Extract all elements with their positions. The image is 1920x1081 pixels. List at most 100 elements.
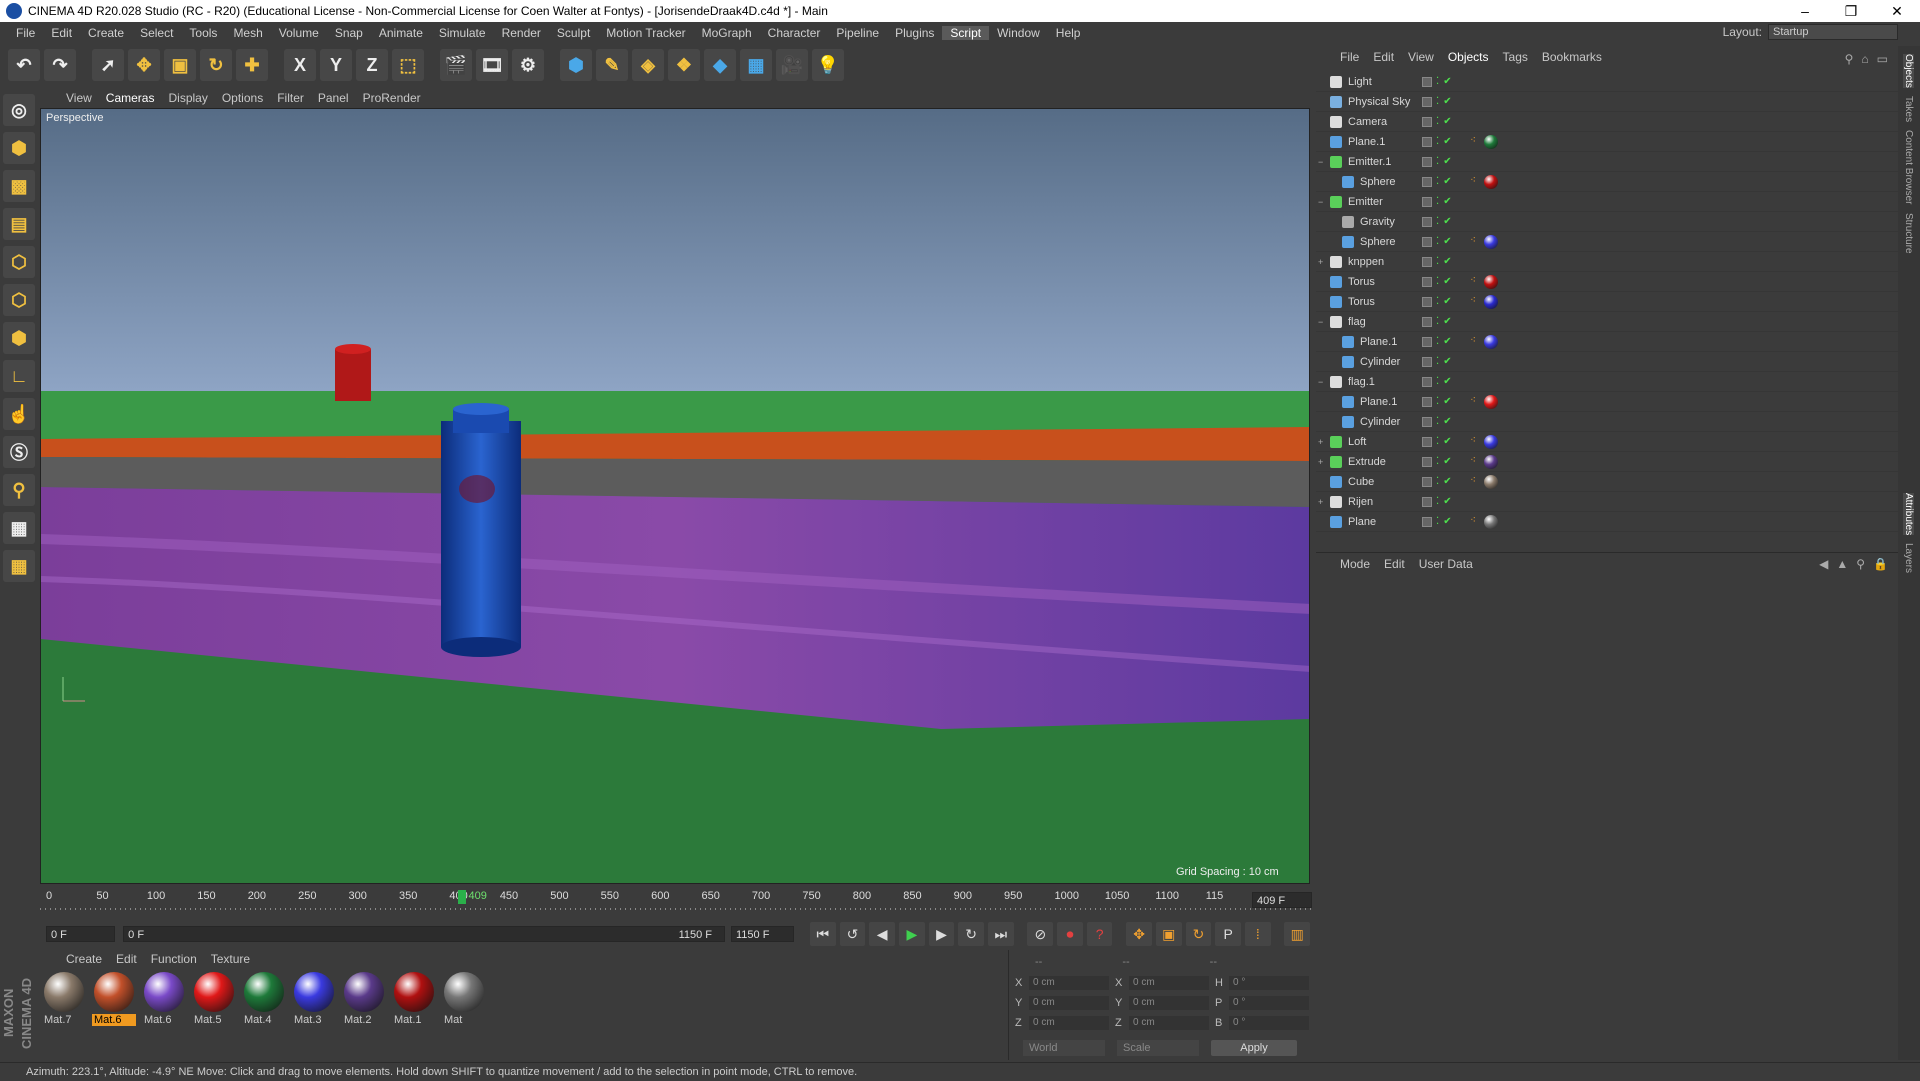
object-row[interactable]: − Emitter ⁚ ✔ bbox=[1316, 192, 1898, 212]
object-row[interactable]: + knppen ⁚ ✔ bbox=[1316, 252, 1898, 272]
material-menu-function[interactable]: Function bbox=[151, 952, 197, 966]
visibility-dots-icon[interactable]: ⁚ bbox=[1436, 176, 1439, 187]
layer-checkbox[interactable] bbox=[1422, 96, 1432, 107]
cloner-icon[interactable]: ❖ bbox=[668, 49, 700, 81]
live-selection-icon[interactable]: ➚ bbox=[92, 49, 124, 81]
object-row[interactable]: Sphere ⁚ ✔ ⁖ bbox=[1316, 172, 1898, 192]
enabled-check-icon[interactable]: ✔ bbox=[1443, 256, 1451, 267]
layer-checkbox[interactable] bbox=[1422, 236, 1432, 247]
menu-plugins[interactable]: Plugins bbox=[887, 26, 942, 40]
viewport-menu-prorender[interactable]: ProRender bbox=[363, 91, 421, 105]
maximize-button[interactable]: ❐ bbox=[1828, 0, 1874, 22]
play-forward-icon[interactable]: ▶ bbox=[899, 922, 925, 946]
object-row[interactable]: − flag ⁚ ✔ bbox=[1316, 312, 1898, 332]
enabled-check-icon[interactable]: ✔ bbox=[1443, 496, 1451, 507]
search-icon[interactable]: ⚲ bbox=[1856, 557, 1865, 571]
menu-render[interactable]: Render bbox=[494, 26, 549, 40]
light-icon[interactable]: 💡 bbox=[812, 49, 844, 81]
workplane-lock-icon[interactable]: ▦ bbox=[3, 512, 35, 544]
texture-tag-icon[interactable]: ⁖ bbox=[1466, 335, 1480, 349]
enabled-check-icon[interactable]: ✔ bbox=[1443, 316, 1451, 327]
pen-spline-icon[interactable]: ✎ bbox=[596, 49, 628, 81]
material-swatch[interactable]: Mat.7 bbox=[42, 972, 86, 1028]
layer-checkbox[interactable] bbox=[1422, 376, 1432, 387]
layer-checkbox[interactable] bbox=[1422, 456, 1432, 467]
material-swatch[interactable]: Mat.3 bbox=[292, 972, 336, 1028]
visibility-dots-icon[interactable]: ⁚ bbox=[1436, 276, 1439, 287]
render-picture-viewer-icon[interactable]: 🎞 bbox=[476, 49, 508, 81]
viewport-menu-view[interactable]: View bbox=[66, 91, 92, 105]
deformer-icon[interactable]: ◆ bbox=[704, 49, 736, 81]
object-row[interactable]: Gravity ⁚ ✔ bbox=[1316, 212, 1898, 232]
object-name[interactable]: Cylinder bbox=[1360, 416, 1480, 428]
object-row[interactable]: + Rijen ⁚ ✔ bbox=[1316, 492, 1898, 512]
previous-key-icon[interactable]: ↺ bbox=[839, 922, 866, 946]
record-scale-icon[interactable]: ▣ bbox=[1155, 922, 1182, 946]
menu-mesh[interactable]: Mesh bbox=[225, 26, 270, 40]
search-icon[interactable]: ⚲ bbox=[1845, 52, 1854, 66]
menu-file[interactable]: File bbox=[8, 26, 43, 40]
menu-character[interactable]: Character bbox=[760, 26, 829, 40]
visibility-dots-icon[interactable]: ⁚ bbox=[1436, 116, 1439, 127]
enabled-check-icon[interactable]: ✔ bbox=[1443, 176, 1451, 187]
attribute-menu-user-data[interactable]: User Data bbox=[1419, 557, 1473, 571]
record-position-icon[interactable]: ✥ bbox=[1126, 922, 1152, 946]
cube-object-icon[interactable]: ⬢ bbox=[560, 49, 592, 81]
right-tab-layers[interactable]: Layers bbox=[1903, 543, 1914, 573]
expand-icon[interactable]: + bbox=[1318, 457, 1328, 467]
layer-checkbox[interactable] bbox=[1422, 436, 1432, 447]
visibility-dots-icon[interactable]: ⁚ bbox=[1436, 516, 1439, 527]
viewport-menu-cameras[interactable]: Cameras bbox=[106, 91, 155, 105]
menu-edit[interactable]: Edit bbox=[43, 26, 80, 40]
layer-checkbox[interactable] bbox=[1422, 176, 1432, 187]
collapse-icon[interactable]: − bbox=[1318, 157, 1328, 167]
object-row[interactable]: Plane.1 ⁚ ✔ ⁖ bbox=[1316, 132, 1898, 152]
floor-icon[interactable]: ▦ bbox=[740, 49, 772, 81]
render-settings-icon[interactable]: ⚙ bbox=[512, 49, 544, 81]
coord-value-field[interactable]: 0 ° bbox=[1229, 976, 1309, 990]
menu-window[interactable]: Window bbox=[989, 26, 1048, 40]
visibility-dots-icon[interactable]: ⁚ bbox=[1436, 396, 1439, 407]
enabled-check-icon[interactable]: ✔ bbox=[1443, 96, 1451, 107]
up-arrow-icon[interactable]: ▲ bbox=[1836, 557, 1848, 571]
enabled-check-icon[interactable]: ✔ bbox=[1443, 356, 1451, 367]
coordinate-system-icon[interactable]: ⬚ bbox=[392, 49, 424, 81]
material-swatch[interactable]: Mat.6 bbox=[142, 972, 186, 1028]
menu-simulate[interactable]: Simulate bbox=[431, 26, 494, 40]
material-tag-icon[interactable] bbox=[1484, 474, 1498, 489]
texture-tag-icon[interactable]: ⁖ bbox=[1466, 455, 1480, 469]
right-tab-content-browser[interactable]: Content Browser bbox=[1903, 130, 1914, 204]
object-row[interactable]: Cylinder ⁚ ✔ bbox=[1316, 412, 1898, 432]
layer-checkbox[interactable] bbox=[1422, 136, 1432, 147]
layout-dropdown[interactable]: Startup bbox=[1768, 24, 1898, 40]
material-swatch[interactable]: Mat.1 bbox=[392, 972, 436, 1028]
object-name[interactable]: Sphere bbox=[1360, 176, 1480, 188]
layer-checkbox[interactable] bbox=[1422, 296, 1432, 307]
object-menu-file[interactable]: File bbox=[1340, 50, 1359, 64]
enabled-check-icon[interactable]: ✔ bbox=[1443, 456, 1451, 467]
end-frame-field[interactable]: 1150 F bbox=[731, 926, 795, 942]
menu-pipeline[interactable]: Pipeline bbox=[828, 26, 887, 40]
material-tag-icon[interactable] bbox=[1484, 134, 1498, 149]
enabled-check-icon[interactable]: ✔ bbox=[1443, 476, 1451, 487]
scale-tool-icon[interactable]: ▣ bbox=[164, 49, 196, 81]
redo-button[interactable]: ↷ bbox=[44, 49, 76, 81]
enabled-check-icon[interactable]: ✔ bbox=[1443, 76, 1451, 87]
close-button[interactable]: ✕ bbox=[1874, 0, 1920, 22]
next-frame-icon[interactable]: ▶ bbox=[928, 922, 955, 946]
visibility-dots-icon[interactable]: ⁚ bbox=[1436, 416, 1439, 427]
viewport-menu-filter[interactable]: Filter bbox=[277, 91, 304, 105]
enabled-check-icon[interactable]: ✔ bbox=[1443, 236, 1451, 247]
material-tag-icon[interactable] bbox=[1484, 274, 1498, 289]
new-window-icon[interactable]: ▭ bbox=[1877, 52, 1888, 66]
visibility-dots-icon[interactable]: ⁚ bbox=[1436, 456, 1439, 467]
object-name[interactable]: Plane.1 bbox=[1360, 396, 1480, 408]
workplane-icon[interactable]: ▤ bbox=[3, 208, 35, 240]
menu-create[interactable]: Create bbox=[80, 26, 132, 40]
layer-checkbox[interactable] bbox=[1422, 156, 1432, 167]
collapse-icon[interactable]: − bbox=[1318, 317, 1328, 327]
texture-tag-icon[interactable]: ⁖ bbox=[1466, 435, 1480, 449]
coord-value-field[interactable]: 0 ° bbox=[1229, 1016, 1309, 1030]
visibility-dots-icon[interactable]: ⁚ bbox=[1436, 256, 1439, 267]
collapse-icon[interactable]: − bbox=[1318, 197, 1328, 207]
